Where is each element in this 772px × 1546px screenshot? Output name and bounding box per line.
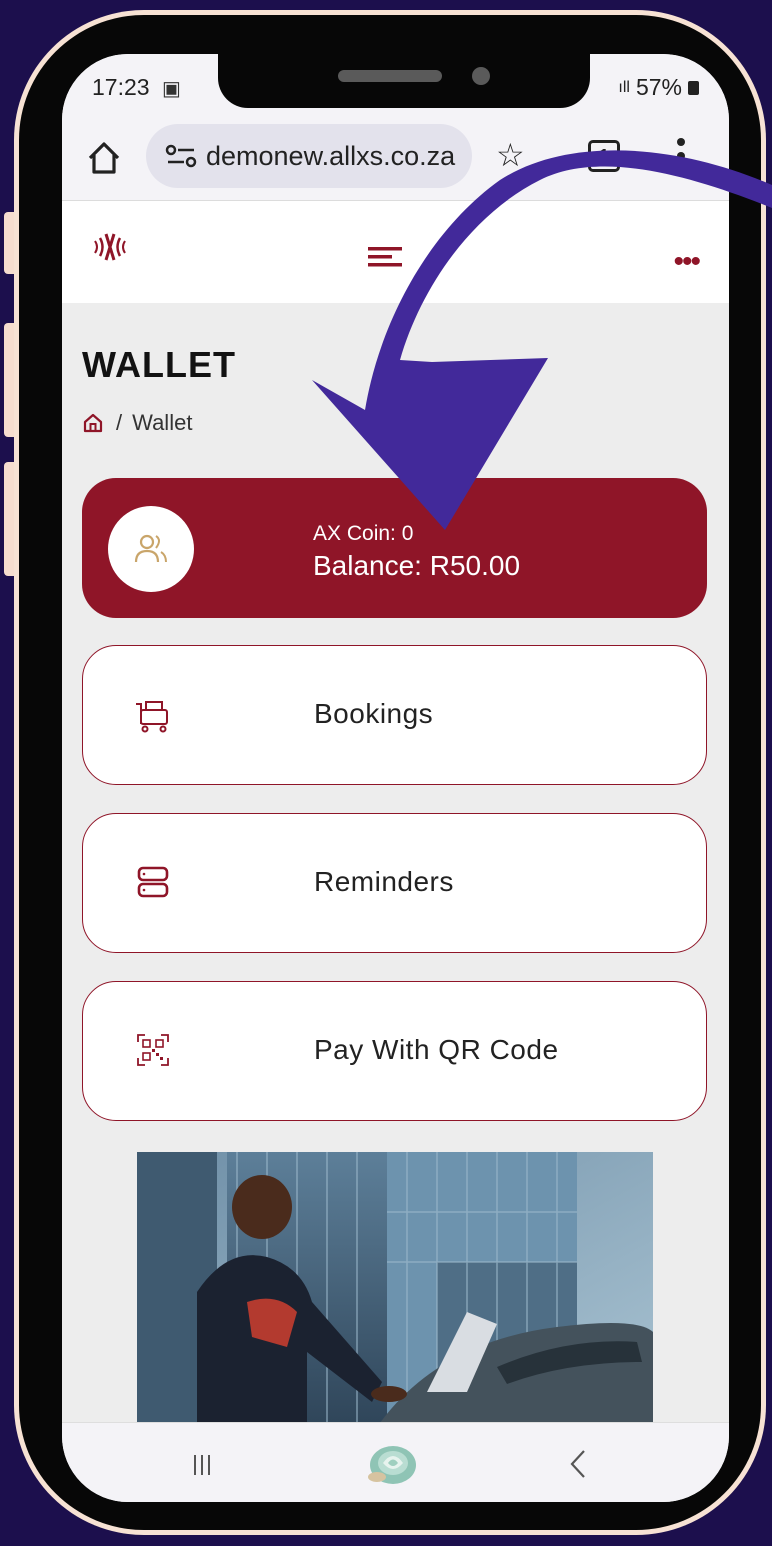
- hamburger-menu-icon[interactable]: [368, 247, 402, 267]
- status-right: ıll 57%: [618, 74, 699, 101]
- phone-screen: 17:23 ▣ ıll 57% demonew.allxs.co.za ☆ 1: [62, 54, 729, 1502]
- balance-avatar: [108, 506, 194, 592]
- bookmark-star-icon[interactable]: ☆: [496, 136, 525, 174]
- site-settings-icon[interactable]: [164, 143, 198, 169]
- breadcrumb-current: Wallet: [132, 410, 193, 435]
- brand-logo-icon[interactable]: [92, 231, 128, 263]
- menu-item-reminders[interactable]: Reminders: [82, 813, 707, 953]
- menu-item-pay-with-qr-code[interactable]: Pay With QR Code: [82, 981, 707, 1121]
- system-nav-bar: [62, 1422, 729, 1502]
- breadcrumb: / Wallet: [82, 410, 192, 436]
- tab-switcher-button[interactable]: 1: [588, 140, 620, 172]
- camera-notch: [218, 54, 590, 108]
- url-bar[interactable]: demonew.allxs.co.za: [146, 124, 472, 188]
- signal-icon: ıll: [618, 78, 630, 96]
- browser-menu-icon[interactable]: [676, 136, 686, 176]
- recent-apps-icon[interactable]: [192, 1453, 212, 1477]
- status-time: 17:23: [92, 74, 150, 100]
- balance-text: Balance: R50.00: [313, 550, 521, 581]
- menu-item-label: Reminders: [314, 866, 454, 897]
- users-icon: [134, 534, 167, 563]
- menu-item-label: Pay With QR Code: [314, 1034, 559, 1065]
- page-title: WALLET: [82, 344, 236, 385]
- home-rose-icon[interactable]: [367, 1441, 419, 1487]
- browser-home-icon[interactable]: [84, 138, 124, 178]
- gallery-notification-icon: ▣: [162, 78, 181, 100]
- battery-icon: [688, 80, 699, 95]
- menu-item-bookings[interactable]: Bookings: [82, 645, 707, 785]
- browser-toolbar: demonew.allxs.co.za ☆ 1: [62, 118, 729, 201]
- breadcrumb-separator: /: [116, 410, 123, 435]
- breadcrumb-home-icon[interactable]: [82, 412, 104, 434]
- menu-item-label: Bookings: [314, 698, 434, 729]
- battery-percent: 57%: [635, 74, 682, 100]
- more-options-icon[interactable]: •••: [673, 245, 700, 279]
- site-header: •••: [62, 201, 729, 303]
- hotel-cart-icon: [136, 701, 168, 733]
- wallet-balance-card[interactable]: AX Coin: 0 Balance: R50.00: [82, 478, 707, 618]
- promo-photo: [137, 1152, 653, 1427]
- qr-code-icon: [137, 1034, 169, 1066]
- businessman-car-photo: [137, 1152, 653, 1427]
- server-stack-icon: [137, 866, 169, 898]
- front-camera: [472, 67, 490, 85]
- back-chevron-icon[interactable]: [570, 1449, 586, 1479]
- tab-count: 1: [598, 145, 609, 166]
- speaker-grille: [338, 70, 442, 82]
- url-text: demonew.allxs.co.za: [206, 140, 456, 171]
- ax-coin-text: AX Coin: 0: [313, 522, 414, 545]
